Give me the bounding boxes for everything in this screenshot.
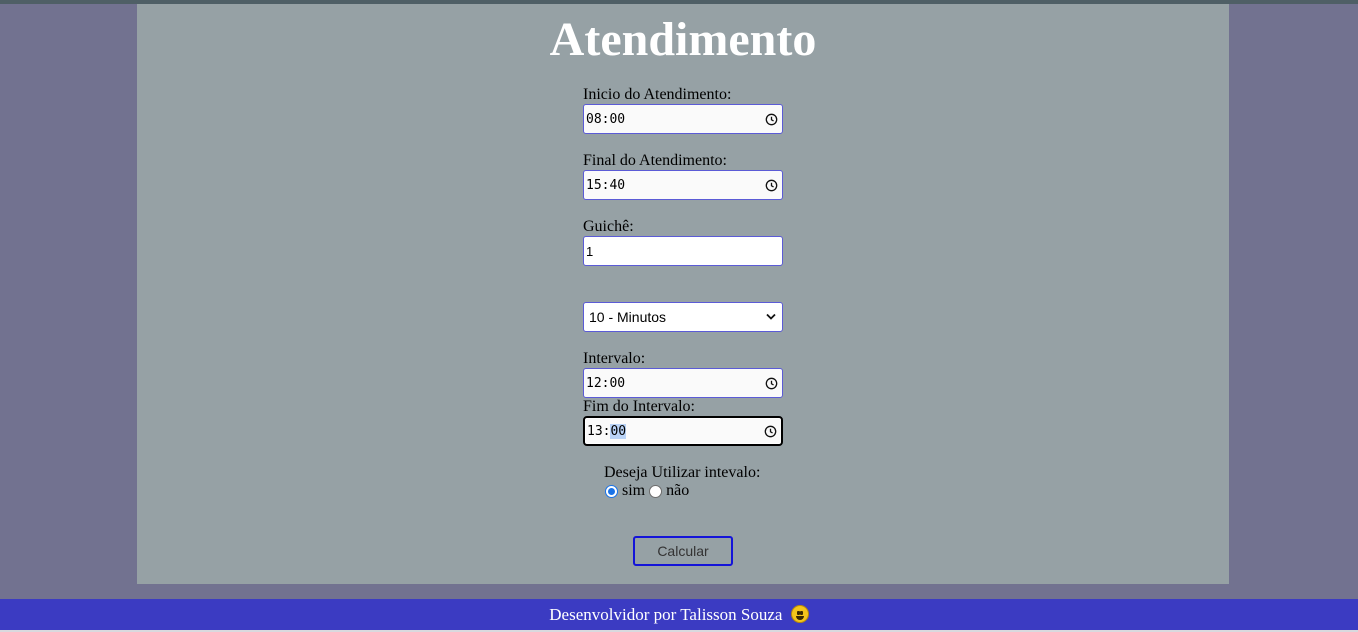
fim-intervalo-hour[interactable]: 13 [587,424,603,439]
intervalo-hour[interactable]: 12 [586,376,602,391]
final-time-input[interactable]: 15:40 [583,170,783,200]
radio-sim-label[interactable]: sim [622,482,645,500]
intervalo-minute[interactable]: 00 [609,376,625,391]
duracao-select[interactable]: 10 - Minutos [583,302,783,332]
final-label: Final do Atendimento: [583,152,727,169]
clock-icon[interactable] [764,425,777,438]
intervalo-time-input[interactable]: 12:00 [583,368,783,398]
guiche-label: Guichê: [583,218,634,235]
page-title: Atendimento [549,13,817,66]
main-panel: Atendimento Inicio do Atendimento: 08:00… [137,4,1229,584]
footer: Desenvolvidor por Talisson Souza [0,599,1358,630]
radio-nao-label[interactable]: não [666,482,689,500]
inicio-time-input[interactable]: 08:00 [583,104,783,134]
radio-nao[interactable] [649,484,663,498]
clock-icon[interactable] [765,113,778,126]
radio-sim[interactable] [605,484,618,498]
calcular-button[interactable]: Calcular [633,536,733,566]
chevron-down-icon [766,313,776,320]
usar-intervalo-question: Deseja Utilizar intevalo: [604,464,761,481]
clock-icon[interactable] [765,377,778,390]
guiche-input[interactable]: 1 [583,236,783,266]
fim-intervalo-time-input[interactable]: 13:00 [583,416,783,446]
final-minute[interactable]: 40 [609,178,625,193]
smiley-emoji-icon [790,605,809,623]
inicio-label: Inicio do Atendimento: [583,86,732,103]
clock-icon[interactable] [765,179,778,192]
inicio-hour[interactable]: 08 [586,112,602,127]
footer-text: Desenvolvidor por Talisson Souza [549,605,783,624]
final-hour[interactable]: 15 [586,178,602,193]
fim-intervalo-minute[interactable]: 00 [610,423,627,439]
duracao-selected: 10 - Minutos [589,309,667,325]
intervalo-label: Intervalo: [583,350,646,367]
inicio-minute[interactable]: 00 [609,112,625,127]
fim-intervalo-label: Fim do Intervalo: [583,398,695,415]
usar-intervalo-radio-group: sim não [605,482,693,500]
